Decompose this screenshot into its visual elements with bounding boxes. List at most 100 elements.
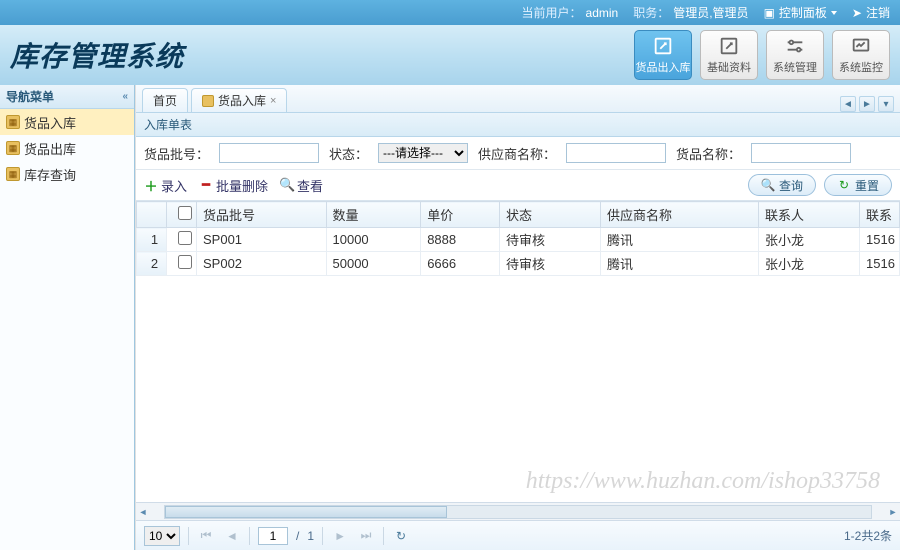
- name-input[interactable]: [751, 143, 851, 163]
- pager-summary: 1-2共2条: [844, 527, 892, 544]
- col-price[interactable]: 单价: [421, 202, 500, 228]
- page-icon: ▦: [6, 141, 20, 155]
- header-nav: 货品出入库 基础资料 系统管理 系统监控: [634, 30, 890, 80]
- table-header-row: 货品批号 数量 单价 状态 供应商名称 联系人 联系: [137, 202, 900, 228]
- tab-menu[interactable]: ▾: [878, 96, 894, 112]
- page-total-label: /: [296, 529, 299, 543]
- tab-home[interactable]: 首页: [142, 88, 188, 112]
- sidebar-item-goods-out[interactable]: ▦ 货品出库: [0, 135, 134, 161]
- col-status[interactable]: 状态: [500, 202, 601, 228]
- view-button[interactable]: 🔍 查看: [280, 176, 323, 195]
- main: 首页 货品入库 × ◄ ► ▾ 入库单表 货品批号： 状态： ---请选择---…: [135, 85, 900, 550]
- cell-price: 6666: [421, 252, 500, 276]
- tab-scroll-right[interactable]: ►: [859, 96, 875, 112]
- refresh-button[interactable]: ↻: [392, 527, 410, 545]
- cell-supplier: 腾讯: [600, 252, 758, 276]
- sidebar-title-label: 导航菜单: [6, 88, 54, 105]
- send-icon: ➤: [852, 6, 862, 20]
- logout-label: 注销: [866, 4, 890, 21]
- reset-label: 重置: [855, 177, 879, 194]
- cell-phone: 1516: [860, 228, 900, 252]
- supplier-label: 供应商名称：: [478, 144, 556, 163]
- cell-qty: 10000: [326, 228, 421, 252]
- name-label: 货品名称：: [676, 144, 741, 163]
- nav-system-monitor[interactable]: 系统监控: [832, 30, 890, 80]
- scroll-left-icon[interactable]: ◄: [136, 505, 150, 519]
- folder-icon: ▣: [764, 6, 775, 20]
- status-select[interactable]: ---请选择---: [378, 143, 468, 163]
- sidebar-item-stock-query[interactable]: ▦ 库存查询: [0, 161, 134, 187]
- search-icon: 🔍: [761, 178, 775, 192]
- sliders-icon: [784, 35, 806, 57]
- batch-input[interactable]: [219, 143, 319, 163]
- supplier-input[interactable]: [566, 143, 666, 163]
- nav-basic-data[interactable]: 基础资料: [700, 30, 758, 80]
- first-page-button[interactable]: ⏮: [197, 527, 215, 545]
- refresh-icon: ↻: [837, 178, 851, 192]
- page-icon: ▦: [6, 115, 20, 129]
- sidebar-title: 导航菜单 «: [0, 85, 134, 109]
- row-checkbox[interactable]: [178, 231, 192, 245]
- app-title: 库存管理系统: [10, 35, 184, 75]
- user-value: admin: [586, 6, 619, 20]
- cell-price: 8888: [421, 228, 500, 252]
- close-icon[interactable]: ×: [270, 95, 276, 107]
- add-button[interactable]: ＋ 录入: [144, 176, 187, 195]
- edit-icon: [718, 35, 740, 57]
- row-checkbox[interactable]: [178, 255, 192, 269]
- query-label: 查询: [779, 177, 803, 194]
- tab-scroll-controls: ◄ ► ▾: [840, 96, 900, 112]
- nav-goods-inout[interactable]: 货品出入库: [634, 30, 692, 80]
- table-row[interactable]: 1 SP001 10000 8888 待审核 腾讯 张小龙 1516: [137, 228, 900, 252]
- logout-link[interactable]: ➤ 注销: [852, 4, 890, 21]
- cell-checkbox: [167, 252, 197, 276]
- col-supplier[interactable]: 供应商名称: [600, 202, 758, 228]
- scrollbar-thumb[interactable]: [165, 506, 447, 518]
- separator: [188, 527, 189, 545]
- minus-icon: ━: [199, 178, 213, 192]
- control-panel-link[interactable]: ▣ 控制面板: [764, 4, 837, 21]
- nav-basic-data-label: 基础资料: [707, 59, 751, 75]
- col-batch[interactable]: 货品批号: [197, 202, 327, 228]
- tab-goods-in[interactable]: 货品入库 ×: [191, 88, 287, 112]
- next-page-button[interactable]: ►: [331, 527, 349, 545]
- query-button[interactable]: 🔍 查询: [748, 174, 816, 196]
- reset-button[interactable]: ↻ 重置: [824, 174, 892, 196]
- select-all-checkbox[interactable]: [178, 206, 192, 220]
- panel-title: 入库单表: [136, 113, 900, 137]
- scroll-right-icon[interactable]: ►: [886, 505, 900, 519]
- last-page-button[interactable]: ⏭: [357, 527, 375, 545]
- batch-delete-button[interactable]: ━ 批量删除: [199, 176, 268, 195]
- col-qty[interactable]: 数量: [326, 202, 421, 228]
- page-size-select[interactable]: 10: [144, 526, 180, 546]
- cell-supplier: 腾讯: [600, 228, 758, 252]
- top-bar: 当前用户： admin 职务： 管理员,管理员 ▣ 控制面板 ➤ 注销: [0, 0, 900, 25]
- sidebar-item-label: 库存查询: [24, 165, 76, 184]
- page-icon: [202, 95, 214, 107]
- control-panel-label: 控制面板: [779, 4, 827, 21]
- nav-system-manage[interactable]: 系统管理: [766, 30, 824, 80]
- cell-rownum: 2: [137, 252, 167, 276]
- sidebar-item-goods-in[interactable]: ▦ 货品入库: [0, 109, 134, 135]
- cell-qty: 50000: [326, 252, 421, 276]
- page-number-input[interactable]: [258, 527, 288, 545]
- sidebar-item-label: 货品出库: [24, 139, 76, 158]
- col-contact[interactable]: 联系人: [758, 202, 859, 228]
- scrollbar-track[interactable]: [164, 505, 872, 519]
- separator: [249, 527, 250, 545]
- horizontal-scrollbar[interactable]: ◄ ►: [136, 502, 900, 520]
- col-phone[interactable]: 联系: [860, 202, 900, 228]
- tab-scroll-left[interactable]: ◄: [840, 96, 856, 112]
- role-label: 职务：: [633, 4, 669, 21]
- separator: [322, 527, 323, 545]
- role: 职务： 管理员,管理员: [633, 4, 748, 21]
- tab-label: 首页: [153, 92, 177, 109]
- tab-bar: 首页 货品入库 × ◄ ► ▾: [136, 85, 900, 113]
- role-value: 管理员,管理员: [673, 4, 748, 21]
- collapse-icon[interactable]: «: [122, 91, 128, 102]
- add-label: 录入: [161, 176, 187, 195]
- prev-page-button[interactable]: ◄: [223, 527, 241, 545]
- edit-icon: [652, 35, 674, 57]
- data-table: 货品批号 数量 单价 状态 供应商名称 联系人 联系 1 SP001 1000: [136, 201, 900, 276]
- table-row[interactable]: 2 SP002 50000 6666 待审核 腾讯 张小龙 1516: [137, 252, 900, 276]
